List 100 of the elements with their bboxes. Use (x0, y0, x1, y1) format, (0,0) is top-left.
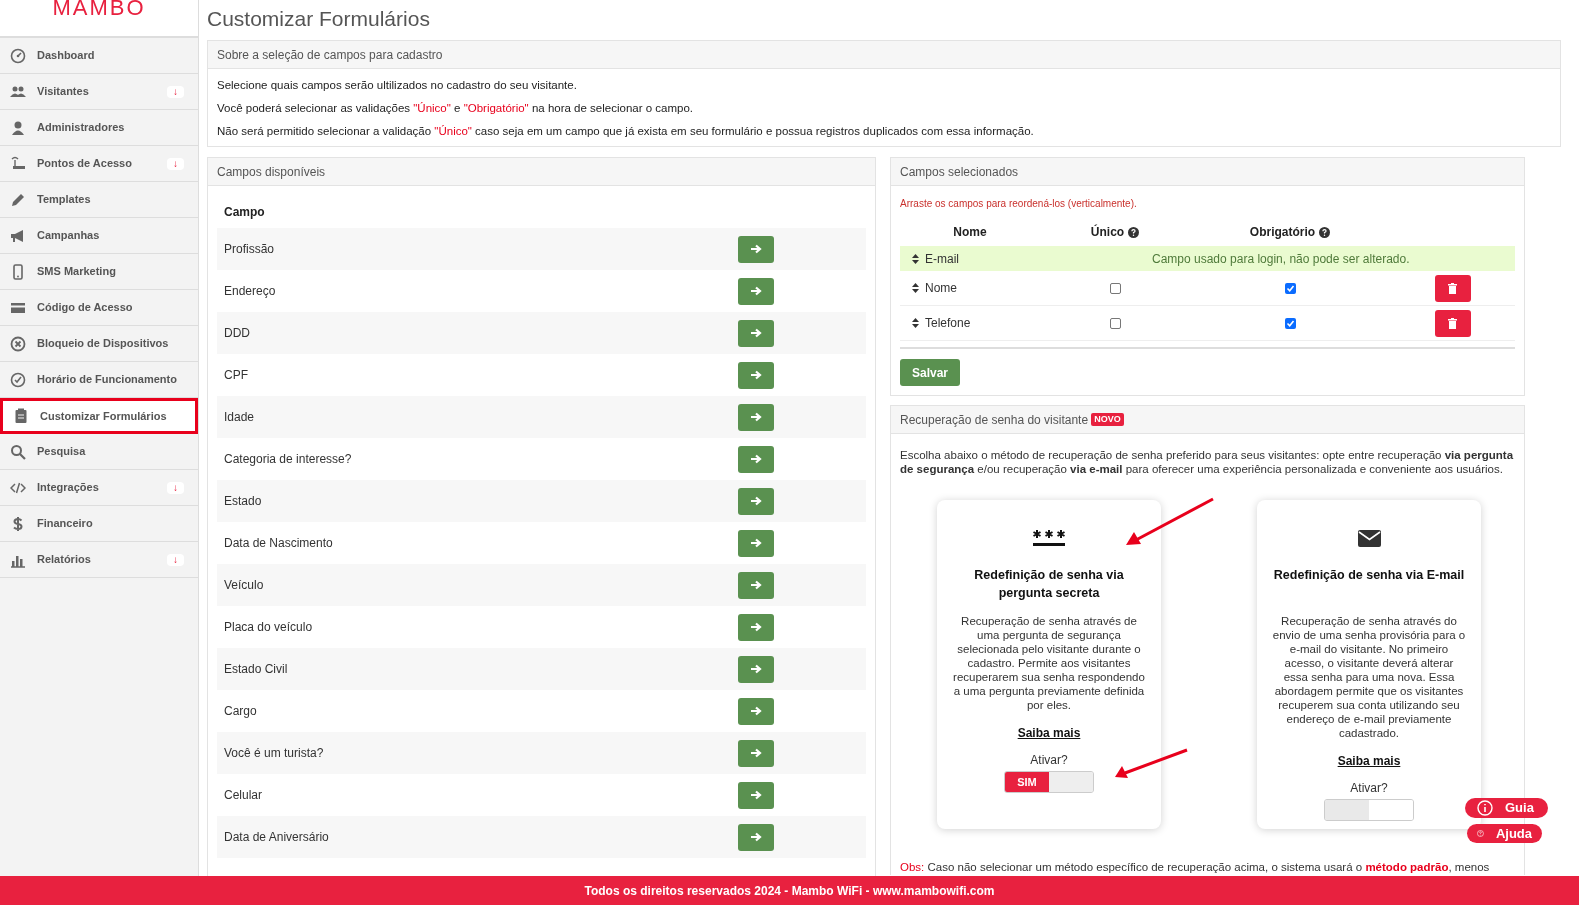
trash-icon (1448, 317, 1457, 329)
field-name: Nome (925, 280, 957, 297)
toggle-switch[interactable]: SIM (1004, 771, 1094, 793)
arrow-right-icon (750, 748, 762, 758)
floating-button[interactable]: Guia (1465, 798, 1548, 818)
arrow-right-icon (750, 790, 762, 800)
locked-note: Campo usado para login, não pode ser alterado. (1152, 250, 1410, 268)
sort-icon (912, 283, 919, 293)
sidebar-item[interactable]: Financeiro (0, 506, 198, 542)
add-button[interactable] (738, 529, 774, 557)
info-text: Você poderá selecionar as validações "Único" e "Obrigatório" na hora de selecionar o campo. (217, 101, 694, 116)
save-button[interactable]: Salvar (900, 359, 961, 386)
sidebar-item[interactable]: Customizar Formulários (0, 398, 198, 434)
intro-text: Escolha abaixo o método de recuperação de senha preferido para seus visitantes: opte entre recuperação via pergunta de segurança e/ou recuperação via e-mail para oferecer uma experiência personalizada e conveniente aos usuários. (900, 448, 1515, 476)
toggle-label: Ativar? (1030, 752, 1068, 769)
arrow-badge: ↓ (167, 157, 184, 170)
phone-icon (10, 263, 26, 280)
info-text: Não será permitido selecionar a validação "Único" caso seja em um campo que já exista em seu formulário e possua registros duplicados com essa informação. (217, 124, 1035, 139)
delete-button[interactable] (1434, 309, 1471, 337)
info-icon (1477, 799, 1493, 816)
panel-title: Campos selecionados (900, 163, 1019, 181)
field-name: Veículo (224, 577, 264, 594)
field-name: Profissão (224, 241, 275, 258)
arrow-right-icon (750, 412, 762, 422)
sidebar-item[interactable]: Código de Acesso (0, 290, 198, 326)
checkbox[interactable] (1284, 282, 1296, 294)
add-button[interactable] (738, 361, 774, 389)
arrow-badge: ↓ (167, 85, 184, 98)
field-name: Idade (224, 409, 255, 426)
card-description: Recuperação de senha através de uma pergunta de segurança selecionada pelo visitante durante o cadastro. Permite aos visitantes recuperarem sua senha respondendo a uma pergunta previamente definida por eles. (952, 614, 1146, 712)
add-button[interactable] (738, 823, 774, 851)
card-title: Redefinição de senha via pergunta secreta (973, 567, 1125, 602)
checkbox[interactable] (1284, 317, 1296, 329)
panel-title: Sobre a seleção de campos para cadastro (217, 46, 443, 64)
arrow-right-icon (750, 286, 762, 296)
sidebar-item[interactable]: Administradores (0, 110, 198, 146)
add-button[interactable] (738, 487, 774, 515)
sidebar-item[interactable]: Campanhas (0, 218, 198, 254)
sidebar-item[interactable]: Visitantes ↓ (0, 74, 198, 110)
delete-button[interactable] (1434, 274, 1471, 302)
megaphone-icon (10, 227, 26, 244)
arrow-badge: ↓ (167, 481, 184, 494)
sidebar-item[interactable]: Bloqueio de Dispositivos (0, 326, 198, 362)
clock-icon (10, 371, 26, 388)
toggle-label: Ativar? (1350, 780, 1388, 797)
field-name: Estado (224, 493, 262, 510)
field-name: Celular (224, 787, 262, 804)
new-badge: NOVO (1091, 413, 1124, 426)
add-button[interactable] (738, 613, 774, 641)
add-button[interactable] (738, 739, 774, 767)
panel-title: Campos disponíveis (217, 163, 326, 181)
field-name: E-mail (925, 250, 959, 268)
floating-button[interactable]: Ajuda (1467, 823, 1542, 843)
note-text: Obs: Caso não selecionar um método específico de recuperação acima, o sistema usará o método padrão, menos (900, 860, 1491, 875)
add-button[interactable] (738, 655, 774, 683)
field-name: CPF (224, 367, 248, 384)
add-button[interactable] (738, 319, 774, 347)
sidebar-item[interactable]: SMS Marketing (0, 254, 198, 290)
trash-icon (1448, 282, 1457, 294)
envelope-icon (1357, 529, 1381, 547)
learn-more-link[interactable]: Saiba mais (1337, 752, 1401, 770)
add-button[interactable] (738, 403, 774, 431)
logo: MAMBO (52, 0, 146, 16)
add-button[interactable] (738, 571, 774, 599)
column-header: Único (1090, 223, 1125, 241)
sidebar-item[interactable]: Pontos de Acesso ↓ (0, 146, 198, 182)
checkbox[interactable] (1109, 317, 1121, 329)
field-name: Estado Civil (224, 661, 288, 678)
arrow-right-icon (750, 706, 762, 716)
sidebar-item[interactable]: Relatórios ↓ (0, 542, 198, 578)
sidebar-item[interactable]: Templates (0, 182, 198, 218)
column-header: Campo (223, 204, 266, 221)
column-header: Nome (953, 224, 987, 241)
add-button[interactable] (738, 781, 774, 809)
search-icon (10, 443, 26, 460)
field-name: Placa do veículo (224, 619, 313, 636)
add-button[interactable] (738, 445, 774, 473)
add-button[interactable] (738, 277, 774, 305)
arrow-right-icon (750, 244, 762, 254)
learn-more-link[interactable]: Saiba mais (1017, 724, 1081, 742)
sidebar-item[interactable]: Pesquisa (0, 434, 198, 470)
arrow-badge: ↓ (167, 553, 184, 566)
add-button[interactable] (738, 235, 774, 263)
checkbox[interactable] (1109, 282, 1121, 294)
field-name: Telefone (925, 315, 971, 332)
add-button[interactable] (738, 697, 774, 725)
sidebar-item[interactable]: Dashboard (0, 38, 198, 74)
arrow-right-icon (750, 538, 762, 548)
gauge-icon (10, 47, 26, 64)
field-name: Você é um turista? (224, 745, 324, 762)
field-name: Data de Aniversário (224, 829, 329, 846)
sort-icon (912, 253, 919, 264)
toggle-switch[interactable] (1324, 799, 1414, 821)
sidebar-item[interactable]: Integrações ↓ (0, 470, 198, 506)
pencil-icon (10, 191, 26, 208)
footer-text: Todos os direitos reservados 2024 - Mambo WiFi - www.mambowifi.com (584, 882, 995, 900)
column-header: Obrigatório (1249, 224, 1316, 241)
field-name: DDD (224, 325, 250, 342)
field-name: Data de Nascimento (224, 535, 333, 552)
field-name: Endereço (224, 283, 276, 300)
